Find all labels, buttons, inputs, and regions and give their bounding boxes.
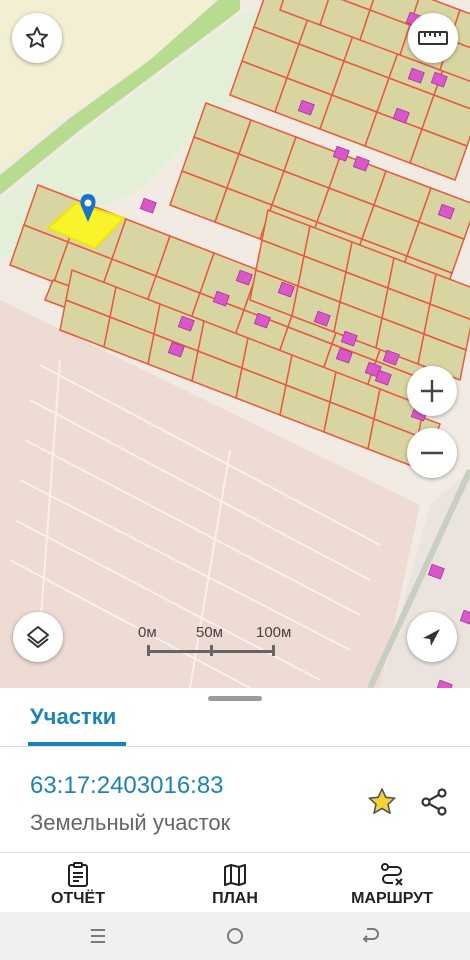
my-location-button[interactable]: [407, 612, 457, 662]
back-icon[interactable]: [358, 924, 382, 948]
parcel-type: Земельный участок: [30, 810, 231, 835]
recent-apps-icon[interactable]: [86, 924, 110, 948]
zoom-out-button[interactable]: [407, 428, 457, 478]
plan-button[interactable]: ПЛАН: [165, 858, 305, 910]
home-icon[interactable]: [223, 924, 247, 948]
system-nav-bar: [0, 912, 470, 960]
layers-icon: [27, 626, 49, 648]
map-canvas[interactable]: [0, 0, 470, 688]
plus-icon: [421, 380, 443, 402]
scale-tick: [272, 645, 275, 656]
scale-tick: [147, 645, 150, 656]
route-label: МАРШРУТ: [351, 890, 433, 907]
report-label: ОТЧЁТ: [51, 890, 105, 907]
navigation-arrow-icon: [423, 629, 440, 646]
report-button[interactable]: ОТЧЁТ: [8, 858, 148, 910]
map-scale: 0м 50м 100м: [136, 622, 291, 662]
favorite-map-button[interactable]: [12, 13, 62, 63]
star-outline-icon: [25, 26, 49, 48]
zoom-in-button[interactable]: [407, 366, 457, 416]
route-button[interactable]: МАРШРУТ: [322, 858, 462, 910]
ruler-icon: [418, 31, 448, 45]
cadastral-number[interactable]: 63:17:2403016:83: [30, 772, 224, 800]
drag-handle[interactable]: [208, 696, 262, 701]
favorite-star-icon[interactable]: [366, 786, 398, 818]
share-icon[interactable]: [418, 786, 450, 818]
scale-tick: [210, 645, 213, 656]
cadastral-map[interactable]: 0м 50м 100м: [0, 0, 470, 688]
divider: [0, 746, 470, 747]
divider: [0, 852, 470, 853]
map-plan-icon: [224, 864, 246, 886]
plan-label: ПЛАН: [212, 890, 258, 907]
scale-label-0: 0м: [138, 624, 157, 641]
scale-label-100: 100м: [256, 624, 292, 641]
tab-parcels[interactable]: Участки: [30, 704, 116, 730]
ruler-button[interactable]: [408, 13, 458, 63]
scale-label-50: 50м: [196, 624, 223, 641]
minus-icon: [421, 451, 443, 455]
layers-button[interactable]: [13, 612, 63, 662]
route-icon: [381, 863, 403, 886]
report-icon: [68, 862, 88, 887]
